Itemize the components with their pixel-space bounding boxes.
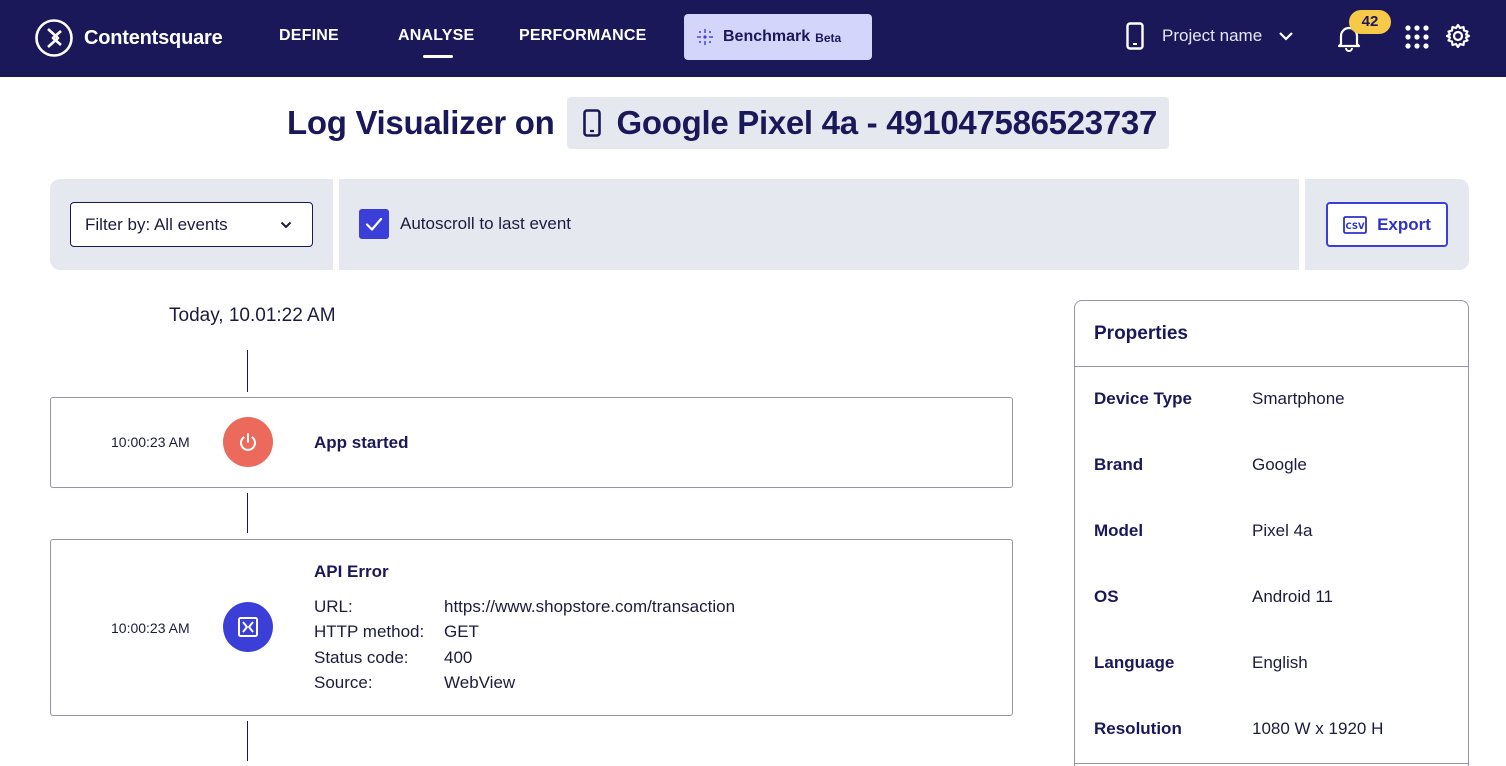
benchmark-sparkle-icon bbox=[697, 29, 713, 45]
beta-tag: Beta bbox=[815, 31, 842, 45]
benchmark-button[interactable]: Benchmark Beta bbox=[684, 14, 872, 60]
project-selector[interactable]: Project name bbox=[1126, 22, 1294, 50]
detail-row-url: URL: https://www.shopstore.com/transacti… bbox=[314, 594, 735, 620]
detail-value: https://www.shopstore.com/transaction bbox=[444, 596, 736, 616]
autoscroll-section: Autoscroll to last event bbox=[339, 179, 1299, 270]
timeline-connector bbox=[247, 350, 248, 392]
nav-link-performance[interactable]: PERFORMANCE bbox=[519, 27, 647, 45]
detail-row-status-code: Status code: 400 bbox=[314, 645, 735, 671]
device-identifier-pill: Google Pixel 4a - 491047586523737 bbox=[566, 97, 1169, 149]
nav-link-define[interactable]: DEFINE bbox=[279, 27, 339, 45]
properties-header: Properties bbox=[1075, 301, 1468, 367]
property-row-os: OS Android 11 bbox=[1094, 587, 1333, 607]
property-value: Android 11 bbox=[1252, 587, 1333, 606]
property-row-brand: Brand Google bbox=[1094, 455, 1307, 475]
autoscroll-checkbox[interactable] bbox=[359, 209, 389, 239]
detail-row-http-method: HTTP method: GET bbox=[314, 620, 735, 646]
filter-value: Filter by: All events bbox=[85, 214, 228, 234]
timeline-date: Today, 10.01:22 AM bbox=[169, 305, 336, 326]
detail-key: Status code: bbox=[314, 647, 409, 667]
event-time: 10:00:23 AM bbox=[111, 620, 190, 636]
checkmark-icon bbox=[365, 217, 383, 231]
event-details: URL: https://www.shopstore.com/transacti… bbox=[314, 594, 735, 696]
smartphone-icon bbox=[1126, 22, 1144, 50]
detail-key: Source: bbox=[314, 673, 373, 693]
contentsquare-logo-icon bbox=[35, 19, 73, 57]
event-card-app-started[interactable]: 10:00:23 AM App started bbox=[50, 397, 1013, 488]
property-row-language: Language English bbox=[1094, 653, 1308, 673]
event-card-api-error[interactable]: 10:00:23 AM API Error URL: https://www.s… bbox=[50, 539, 1013, 716]
gear-icon[interactable] bbox=[1445, 23, 1471, 49]
properties-divider bbox=[1075, 763, 1468, 764]
timeline-connector bbox=[247, 721, 248, 761]
log-toolbar: Filter by: All events Autoscroll to last… bbox=[50, 179, 1469, 270]
page-title: Log Visualizer on Google Pixel 4a - 4910… bbox=[287, 97, 1169, 149]
property-value: Pixel 4a bbox=[1252, 521, 1313, 540]
filter-section: Filter by: All events bbox=[50, 179, 333, 270]
detail-row-source: Source: WebView bbox=[314, 671, 735, 697]
property-key: Model bbox=[1094, 521, 1144, 540]
event-title: App started bbox=[314, 433, 409, 452]
export-section: CSV Export bbox=[1305, 179, 1469, 270]
properties-title: Properties bbox=[1094, 322, 1188, 344]
smartphone-icon bbox=[582, 109, 601, 137]
device-name: Google Pixel 4a - 491047586523737 bbox=[616, 104, 1158, 141]
chevron-down-icon bbox=[280, 221, 292, 229]
top-navigation-bar: Contentsquare DEFINE ANALYSE PERFORMANCE… bbox=[0, 0, 1506, 77]
property-row-device-type: Device Type Smartphone bbox=[1094, 389, 1345, 409]
property-key: Language bbox=[1094, 653, 1175, 672]
property-value: English bbox=[1252, 653, 1308, 672]
property-row-resolution: Resolution 1080 W x 1920 H bbox=[1094, 719, 1383, 739]
detail-value: 400 bbox=[444, 647, 473, 667]
property-value: Smartphone bbox=[1252, 389, 1345, 408]
apps-grid-icon[interactable] bbox=[1404, 24, 1430, 50]
autoscroll-label: Autoscroll to last event bbox=[400, 214, 572, 233]
csv-file-icon: CSV bbox=[1343, 215, 1367, 234]
api-error-icon bbox=[223, 602, 273, 652]
properties-panel: Properties Device Type Smartphone Brand … bbox=[1074, 300, 1469, 766]
svg-text:CSV: CSV bbox=[1346, 222, 1366, 232]
detail-value: WebView bbox=[444, 673, 516, 693]
detail-key: URL: bbox=[314, 596, 353, 616]
detail-value: GET bbox=[444, 622, 479, 642]
property-value: Google bbox=[1252, 455, 1307, 474]
property-value: 1080 W x 1920 H bbox=[1252, 719, 1384, 738]
nav-link-analyse[interactable]: ANALYSE bbox=[398, 27, 474, 58]
detail-key: HTTP method: bbox=[314, 622, 425, 642]
event-title: API Error bbox=[314, 562, 389, 581]
notification-count-badge[interactable]: 42 bbox=[1349, 10, 1391, 34]
property-key: Brand bbox=[1094, 455, 1144, 474]
property-key: Resolution bbox=[1094, 719, 1182, 738]
power-icon bbox=[223, 417, 273, 467]
property-row-model: Model Pixel 4a bbox=[1094, 521, 1312, 541]
export-button[interactable]: CSV Export bbox=[1326, 202, 1448, 247]
brand-logo[interactable]: Contentsquare bbox=[34, 18, 223, 58]
brand-name: Contentsquare bbox=[84, 26, 223, 49]
property-key: OS bbox=[1094, 587, 1119, 606]
event-filter-dropdown[interactable]: Filter by: All events bbox=[70, 202, 313, 247]
property-key: Device Type bbox=[1094, 389, 1192, 408]
timeline-connector bbox=[247, 493, 248, 533]
event-time: 10:00:23 AM bbox=[111, 434, 190, 450]
benchmark-label: Benchmark bbox=[723, 28, 811, 45]
chevron-down-icon bbox=[1279, 32, 1293, 41]
export-label: Export bbox=[1377, 214, 1431, 234]
page-title-text: Log Visualizer on bbox=[287, 104, 555, 141]
project-name: Project name bbox=[1162, 26, 1263, 45]
